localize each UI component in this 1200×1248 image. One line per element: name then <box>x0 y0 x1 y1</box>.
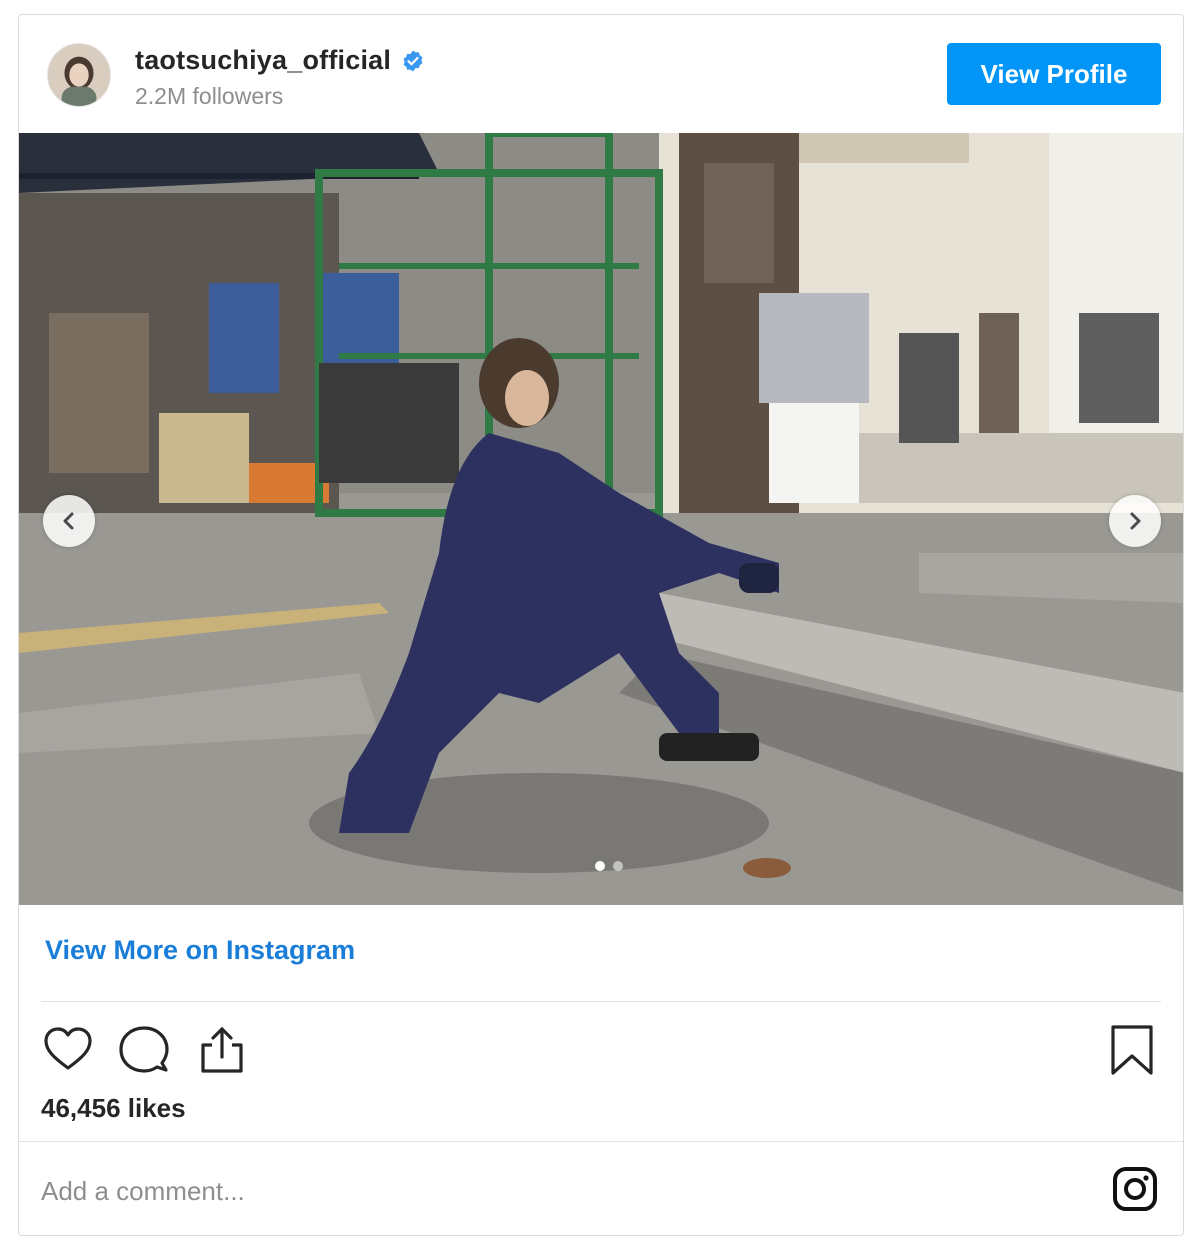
action-bar <box>19 1015 1183 1085</box>
verified-icon <box>401 49 425 73</box>
divider <box>41 1001 1161 1002</box>
post-media[interactable] <box>19 133 1183 905</box>
next-slide-button[interactable] <box>1109 495 1161 547</box>
username[interactable]: taotsuchiya_official <box>135 45 391 76</box>
instagram-icon[interactable] <box>1111 1165 1159 1213</box>
post-header: taotsuchiya_official 2.2M followers View… <box>19 15 1183 133</box>
slide-dot-active <box>595 861 605 871</box>
comment-input[interactable] <box>41 1167 941 1215</box>
previous-slide-button[interactable] <box>43 495 95 547</box>
bookmark-icon[interactable] <box>1105 1023 1159 1077</box>
chevron-right-icon <box>1130 512 1141 530</box>
post-photo <box>19 133 1183 905</box>
avatar[interactable] <box>47 43 111 107</box>
comment-icon[interactable] <box>117 1023 171 1077</box>
likes-count: 46,456 likes <box>41 1093 186 1123</box>
avatar-image <box>48 44 110 106</box>
share-icon[interactable] <box>195 1023 249 1077</box>
instagram-embed-card: taotsuchiya_official 2.2M followers View… <box>18 14 1184 1236</box>
view-profile-button[interactable]: View Profile <box>947 43 1161 105</box>
followers-count: 2.2M followers <box>135 83 284 109</box>
slide-indicator <box>595 861 623 871</box>
view-more-on-instagram-link[interactable]: View More on Instagram <box>45 935 355 966</box>
divider <box>19 1141 1183 1142</box>
slide-dot <box>613 861 623 871</box>
chevron-left-icon <box>63 512 74 530</box>
heart-icon[interactable] <box>41 1023 95 1077</box>
username-row: taotsuchiya_official <box>135 45 425 76</box>
